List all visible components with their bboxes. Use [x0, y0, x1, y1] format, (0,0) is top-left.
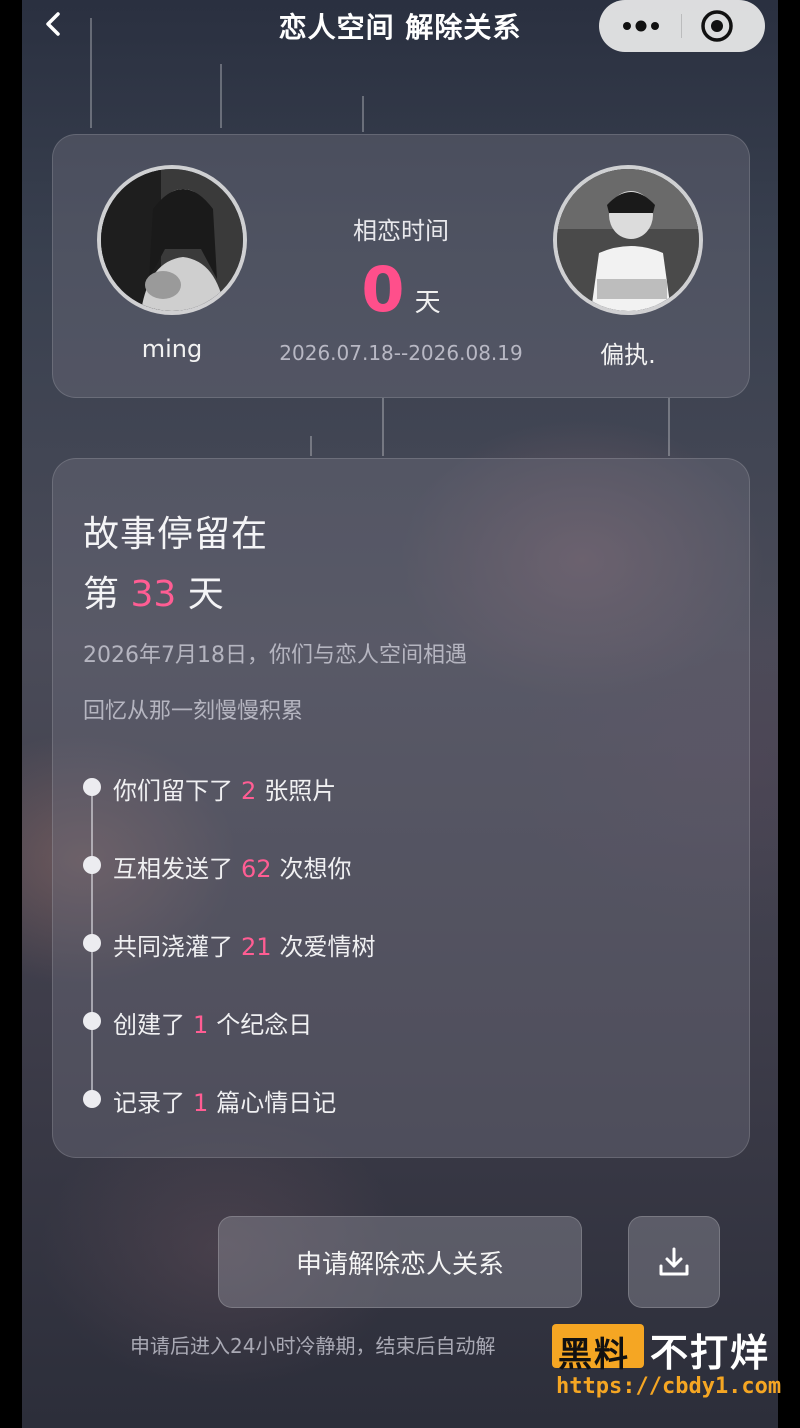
watermark: 黑料 不打烊 https://cbdy1.com: [552, 1320, 782, 1410]
bg-line: [382, 398, 384, 456]
watermark-text: 不打烊: [650, 1331, 771, 1375]
love-days-unit: 天: [414, 288, 441, 318]
timeline-prefix: 创建了: [113, 1011, 185, 1039]
target-circle-icon: [701, 10, 733, 42]
timeline-suffix: 次想你: [279, 855, 352, 883]
bg-line: [310, 436, 312, 456]
partner-right-name: 偏执.: [600, 341, 656, 369]
timeline-dot: [83, 856, 101, 874]
watermark-url: https://cbdy1.com: [556, 1374, 782, 1399]
story-days-value: 33: [130, 574, 177, 615]
more-dots-icon: [623, 20, 659, 32]
cooldown-note: 申请后进入24小时冷静期，结束后自动解: [130, 1334, 496, 1358]
timeline-text: 共同浇灌了 21 次爱情树: [113, 927, 376, 962]
love-days-value: 0: [361, 253, 405, 326]
top-bar: 恋人空间 解除关系: [22, 0, 778, 52]
timeline-prefix: 共同浇灌了: [113, 933, 233, 961]
timeline-dot: [83, 778, 101, 796]
unbind-button[interactable]: 申请解除恋人关系: [218, 1216, 582, 1308]
watermark-badge: 黑料: [552, 1324, 644, 1375]
timeline-value: 2: [241, 777, 257, 805]
timeline-text: 记录了 1 篇心情日记: [113, 1083, 336, 1118]
timeline-suffix: 张照片: [264, 777, 337, 805]
story-subtitle: 回忆从那一刻慢慢积累: [83, 699, 304, 724]
app-screen: 恋人空间 解除关系 ming 相恋时间 0 天 2026.07.18--2026…: [22, 0, 778, 1428]
bg-line: [220, 64, 222, 128]
download-icon: [659, 1247, 689, 1276]
timeline-suffix: 个纪念日: [216, 1011, 313, 1039]
timeline-value: 1: [193, 1011, 209, 1039]
timeline-prefix: 你们留下了: [113, 777, 233, 805]
timeline-value: 62: [241, 855, 272, 883]
watermark-badge-text: 黑料: [558, 1335, 630, 1375]
capsule-divider: [681, 14, 682, 38]
timeline-prefix: 互相发送了: [113, 855, 233, 883]
story-subtitle: 2026年7月18日，你们与恋人空间相遇: [83, 643, 467, 668]
story-days: 第 33 天: [83, 565, 224, 617]
close-button[interactable]: [699, 8, 735, 44]
timeline-value: 21: [241, 933, 272, 961]
couple-card: ming 相恋时间 0天 2026.07.18--2026.08.19 偏执.: [52, 134, 750, 398]
timeline-text: 互相发送了 62 次想你: [113, 849, 352, 884]
timeline-value: 1: [193, 1089, 209, 1117]
avatar-right[interactable]: [553, 165, 703, 315]
story-heading: 故事停留在: [83, 514, 269, 555]
avatar-photo: [557, 169, 699, 311]
more-button[interactable]: [619, 12, 663, 40]
timeline-suffix: 次爱情树: [279, 933, 376, 961]
timeline-suffix: 篇心情日记: [216, 1089, 337, 1117]
timeline-text: 创建了 1 个纪念日: [113, 1005, 312, 1040]
timeline-dot: [83, 1012, 101, 1030]
timeline-dot: [83, 934, 101, 952]
mini-program-capsule: [599, 0, 765, 52]
timeline-prefix: 记录了: [113, 1089, 185, 1117]
timeline-dot: [83, 1090, 101, 1108]
timeline-text: 你们留下了 2 张照片: [113, 771, 336, 806]
story-days-suffix: 天: [187, 574, 224, 615]
download-button[interactable]: [628, 1216, 720, 1308]
bg-line: [362, 96, 364, 132]
story-card: 故事停留在 第 33 天 2026年7月18日，你们与恋人空间相遇 回忆从那一刻…: [52, 458, 750, 1158]
bg-line: [668, 398, 670, 456]
story-days-prefix: 第: [83, 574, 120, 615]
